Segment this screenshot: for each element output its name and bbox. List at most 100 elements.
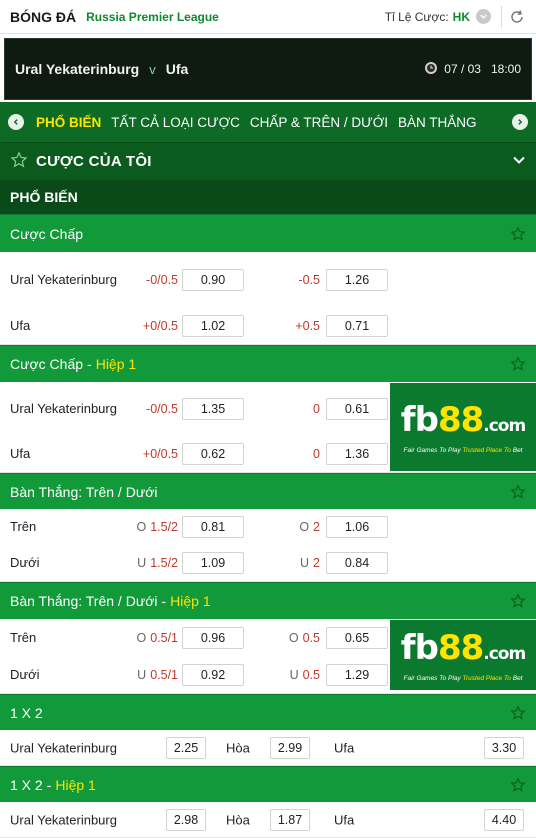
market-header-1x2[interactable]: 1 X 2 xyxy=(0,694,536,730)
star-icon[interactable] xyxy=(510,225,526,242)
handicap-line: +0/0.5 xyxy=(142,319,178,333)
star-icon[interactable] xyxy=(510,776,526,793)
odds-button[interactable]: 0.90 xyxy=(182,269,244,291)
side-label: Trên xyxy=(10,629,37,645)
odds-button[interactable]: 1.02 xyxy=(182,315,244,337)
odds-button[interactable]: 1.35 xyxy=(182,398,244,420)
goal-line: 0.5/1 xyxy=(150,630,178,645)
side-label: Trên xyxy=(10,519,37,534)
odds-button[interactable]: 0.62 xyxy=(182,443,244,465)
odds-button[interactable]: 2.25 xyxy=(166,736,206,759)
home-label: Ural Yekaterinburg xyxy=(10,740,117,755)
star-icon[interactable] xyxy=(510,704,526,721)
over-under-prefix: O xyxy=(136,630,147,645)
handicap-line: +0/0.5 xyxy=(142,447,178,461)
odds-button[interactable]: 0.84 xyxy=(326,552,388,574)
fb88-tagline: Fair Games To Play Trusted Place To Bet xyxy=(403,446,523,454)
draw-label: Hòa xyxy=(226,812,250,827)
match-time: 18:00 xyxy=(490,62,521,76)
goal-line: 0.5 xyxy=(302,667,320,682)
top-bar: BÓNG ĐÁ Russia Premier League Tỉ Lệ Cược… xyxy=(0,0,536,34)
odds-button[interactable]: 0.61 xyxy=(326,398,388,420)
odds-button[interactable]: 0.96 xyxy=(182,626,244,649)
away-label: Ufa xyxy=(334,812,355,827)
goal-line: 2 xyxy=(313,556,320,570)
odds-button[interactable]: 2.98 xyxy=(166,808,206,831)
odds-button[interactable]: 1.26 xyxy=(326,269,388,291)
market-title: Cược Chấp xyxy=(10,356,84,372)
title-dash: - xyxy=(161,593,167,609)
league-name[interactable]: Russia Premier League xyxy=(86,10,219,24)
odds-button[interactable]: 1.06 xyxy=(326,516,388,538)
table-row: Dưới U 1.5/2 1.09 U2 0.84 xyxy=(0,545,536,581)
section-popular: PHỔ BIẾN xyxy=(0,180,536,214)
team-label: Ural Yekaterinburg xyxy=(10,401,117,416)
chevron-right-icon[interactable] xyxy=(512,114,528,130)
tab-goals[interactable]: BÀN THẮNG xyxy=(398,115,477,130)
away-team: Ufa xyxy=(165,61,189,77)
odds-format-label: Tỉ Lệ Cược: xyxy=(384,9,449,24)
chevron-left-icon[interactable] xyxy=(8,114,24,130)
odds-button[interactable]: 1.29 xyxy=(326,663,388,686)
side-label: Dưới xyxy=(10,555,40,570)
clock-icon xyxy=(424,61,438,78)
over-under-prefix: O xyxy=(299,520,310,534)
fb88-banner[interactable]: fb88.com Fair Games To Play Trusted Plac… xyxy=(390,620,536,690)
my-bets-title: CƯỢC CỦA TÔI xyxy=(36,153,152,170)
over-under-prefix: U xyxy=(300,556,310,570)
odds-button[interactable]: 1.36 xyxy=(326,443,388,465)
odds-button[interactable]: 1.09 xyxy=(182,552,244,574)
market-1x2-h1: Ural Yekaterinburg 2.98 Hòa 1.87 Ufa 4.4… xyxy=(0,802,536,838)
fb88-banner[interactable]: fb88.com Fair Games To Play Trusted Plac… xyxy=(390,383,536,471)
market-title: 1 X 2 xyxy=(10,776,43,793)
market-title: Cược Chấp xyxy=(10,225,84,242)
tab-popular[interactable]: PHỔ BIẾN xyxy=(36,115,101,130)
fb88-logo: fb88.com xyxy=(400,399,526,440)
market-header-handicap[interactable]: Cược Chấp xyxy=(0,214,536,252)
odds-button[interactable]: 0.65 xyxy=(326,626,388,649)
tab-all-bets[interactable]: TẤT CẢ LOẠI CƯỢC xyxy=(111,115,240,130)
odds-format-value[interactable]: HK xyxy=(453,10,470,24)
star-icon[interactable] xyxy=(510,593,526,609)
odds-button[interactable]: 0.92 xyxy=(182,663,244,686)
market-handicap: Ural Yekaterinburg -0/0.5 0.90 -0.5 1.26… xyxy=(0,252,536,345)
over-under-prefix: O xyxy=(136,520,147,534)
handicap-line: 0 xyxy=(313,402,320,416)
odds-button[interactable]: 3.30 xyxy=(484,736,524,759)
away-label: Ufa xyxy=(334,740,355,755)
tab-handicap-ou[interactable]: CHẤP & TRÊN / DƯỚI xyxy=(250,115,388,130)
odds-button[interactable]: 1.87 xyxy=(270,808,310,831)
my-bets-bar[interactable]: CƯỢC CỦA TÔI xyxy=(0,142,536,180)
half-label: Hiệp 1 xyxy=(170,593,211,609)
sport-title: BÓNG ĐÁ xyxy=(10,8,77,25)
market-title: Bàn Thắng: Trên / Dưới xyxy=(10,593,158,609)
odds-button[interactable]: 2.99 xyxy=(270,736,310,759)
market-header-over-under[interactable]: Bàn Thắng: Trên / Dưới xyxy=(0,473,536,509)
half-label: Hiệp 1 xyxy=(55,776,96,793)
market-title: Bàn Thắng: Trên / Dưới xyxy=(10,483,158,500)
star-icon[interactable] xyxy=(510,356,526,372)
market-header-1x2-h1[interactable]: 1 X 2 - Hiệp 1 xyxy=(0,766,536,802)
goal-line: 1.5/2 xyxy=(150,556,178,570)
chevron-down-icon[interactable] xyxy=(476,9,491,24)
match-date: 07 / 03 xyxy=(444,62,481,76)
market-header-handicap-h1[interactable]: Cược Chấp - Hiệp 1 xyxy=(0,345,536,382)
market-1x2: Ural Yekaterinburg 2.25 Hòa 2.99 Ufa 3.3… xyxy=(0,730,536,766)
title-dash: - xyxy=(46,776,52,793)
goal-line: 0.5/1 xyxy=(150,667,178,682)
match-header: Ural Yekaterinburg v Ufa 07 / 03 18:00 xyxy=(4,38,532,100)
odds-button[interactable]: 4.40 xyxy=(484,808,524,831)
odds-button[interactable]: 0.81 xyxy=(182,516,244,538)
odds-button[interactable]: 0.71 xyxy=(326,315,388,337)
star-icon[interactable] xyxy=(510,483,526,500)
fb88-tagline: Fair Games To Play Trusted Place To Bet xyxy=(403,674,523,682)
chevron-down-icon[interactable] xyxy=(512,153,526,170)
handicap-line: +0.5 xyxy=(295,319,320,333)
market-title: 1 X 2 xyxy=(10,704,43,721)
over-under-prefix: O xyxy=(288,630,299,645)
over-under-prefix: U xyxy=(137,667,147,682)
market-header-over-under-h1[interactable]: Bàn Thắng: Trên / Dưới - Hiệp 1 xyxy=(0,582,536,619)
draw-label: Hòa xyxy=(226,740,250,755)
refresh-icon[interactable] xyxy=(508,8,526,26)
fb88-logo: fb88.com xyxy=(400,627,526,668)
